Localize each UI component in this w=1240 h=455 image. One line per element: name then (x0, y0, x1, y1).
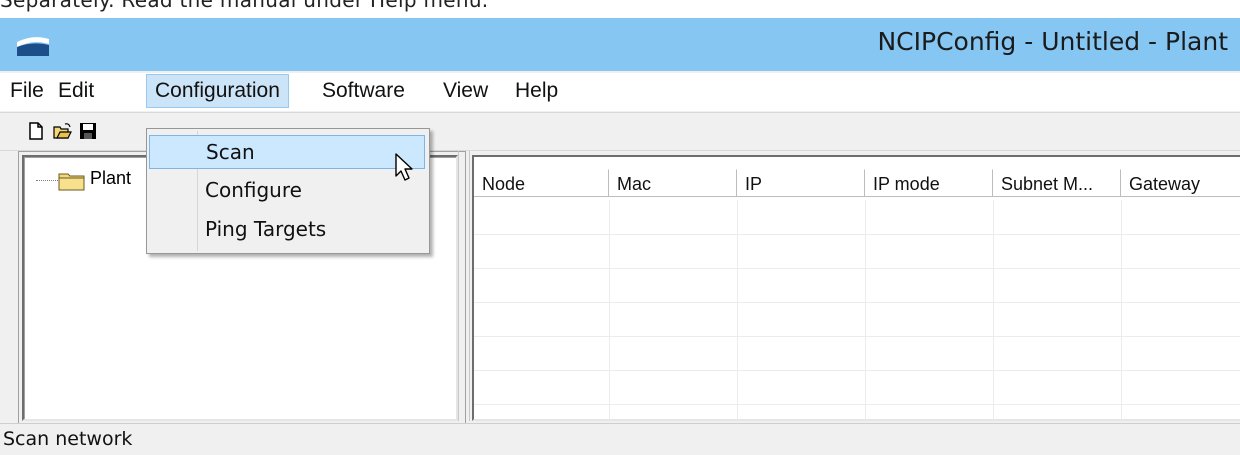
menu-item-scan-label: Scan (206, 140, 255, 164)
window-title: NCIPConfig - Untitled - Plant (877, 27, 1228, 56)
folder-icon (58, 173, 85, 191)
menu-software[interactable]: Software (314, 75, 413, 107)
menu-item-ping-targets[interactable]: Ping Targets (149, 213, 425, 247)
column-header-ip-mode[interactable]: IP mode (865, 169, 993, 197)
menu-configuration[interactable]: Configuration (146, 74, 289, 108)
grid-row-line (474, 404, 1240, 405)
grid-column-line (993, 200, 994, 420)
title-bar[interactable]: NCIPConfig - Untitled - Plant (0, 18, 1240, 71)
menu-file[interactable]: File (2, 75, 52, 107)
configuration-dropdown-menu: Scan Configure Ping Targets (146, 128, 430, 254)
pane-splitter[interactable] (458, 151, 470, 421)
menu-item-ping-targets-label: Ping Targets (205, 217, 327, 241)
status-text: Scan network (3, 428, 133, 450)
node-grid[interactable]: Node Mac IP IP mode Subnet M... Gateway (472, 155, 1240, 421)
menu-item-scan[interactable]: Scan (149, 135, 425, 169)
app-logo-icon (14, 30, 52, 58)
grid-row-line (474, 234, 1240, 235)
new-file-icon[interactable] (26, 121, 46, 141)
column-header-ip[interactable]: IP (737, 169, 865, 197)
grid-header: Node Mac IP IP mode Subnet M... Gateway (474, 169, 1240, 199)
menu-edit[interactable]: Edit (50, 75, 102, 107)
grid-row-line (474, 336, 1240, 337)
mouse-pointer-icon (395, 153, 413, 181)
menu-bar: File Edit Configuration Software View He… (0, 73, 1240, 111)
column-header-gateway[interactable]: Gateway (1121, 169, 1240, 197)
open-folder-icon[interactable] (52, 121, 72, 141)
grid-body (474, 200, 1240, 420)
grid-column-line (737, 200, 738, 420)
grid-row-line (474, 370, 1240, 371)
grid-row-line (474, 268, 1240, 269)
column-header-node[interactable]: Node (474, 169, 609, 197)
menu-item-configure-label: Configure (205, 178, 302, 202)
grid-column-line (865, 200, 866, 420)
status-bar: Scan network (0, 423, 1240, 455)
menu-view[interactable]: View (435, 75, 496, 107)
column-header-subnet-mask[interactable]: Subnet M... (993, 169, 1121, 197)
menu-help[interactable]: Help (507, 75, 566, 107)
grid-column-line (609, 200, 610, 420)
grid-column-line (1121, 200, 1122, 420)
grid-row-line (474, 302, 1240, 303)
column-header-mac[interactable]: Mac (609, 169, 737, 197)
save-icon[interactable] (78, 121, 98, 141)
app-window: NCIPConfig - Untitled - Plant File Edit … (0, 18, 1240, 455)
tree-node-plant[interactable]: Plant (90, 168, 131, 189)
menu-item-configure[interactable]: Configure (149, 174, 425, 208)
tree-connector-line (36, 180, 58, 181)
document-text-fragment: Separately. Read the manual under Help m… (0, 0, 489, 12)
